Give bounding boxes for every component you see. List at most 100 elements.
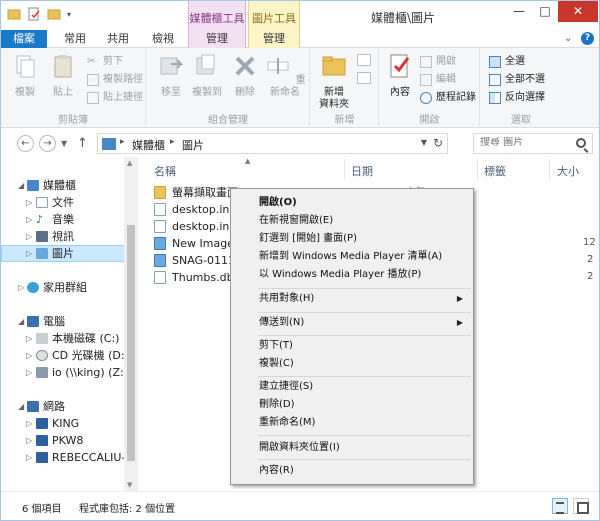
- collapse-arrow-icon[interactable]: ◢: [18, 398, 24, 415]
- menu-item-pin-to-start[interactable]: 釘選到 [開始] 畫面(P): [233, 230, 471, 248]
- customize-qat-icon[interactable]: ▾: [67, 10, 71, 19]
- menu-item-copy[interactable]: 複製(C): [233, 355, 471, 373]
- tab-library-manage[interactable]: 管理: [188, 30, 246, 48]
- tab-file[interactable]: 檔案: [1, 30, 47, 48]
- column-divider[interactable]: [477, 159, 478, 179]
- expand-arrow-icon[interactable]: ▷: [26, 211, 32, 228]
- delete-button[interactable]: 刪除: [227, 52, 263, 99]
- search-box[interactable]: [473, 133, 593, 154]
- tree-item-pkw8[interactable]: ▷ PKW8: [1, 432, 125, 449]
- column-header-tags[interactable]: 標籤: [484, 163, 506, 179]
- address-dropdown-icon[interactable]: ▼: [421, 138, 427, 147]
- close-button[interactable]: ✕: [558, 1, 598, 22]
- tree-item-music[interactable]: ▷ ♪ 音樂: [1, 211, 125, 228]
- breadcrumb-pictures[interactable]: 圖片: [182, 137, 204, 153]
- scroll-down-icon[interactable]: ▼: [127, 481, 132, 489]
- menu-item-properties[interactable]: 內容(R): [233, 462, 471, 480]
- maximize-button[interactable]: □: [532, 1, 558, 22]
- paste-button[interactable]: 貼上: [45, 52, 81, 99]
- tree-item-king[interactable]: ▷ KING: [1, 415, 125, 432]
- new-item-icon[interactable]: [357, 54, 371, 66]
- minimize-button[interactable]: —: [506, 1, 532, 22]
- menu-item-create-shortcut[interactable]: 建立捷徑(S): [233, 378, 471, 396]
- address-bar[interactable]: ▸ 媒體櫃 ▸ 圖片 ▼ ↻: [97, 133, 448, 154]
- menu-item-open[interactable]: 開啟(O): [233, 194, 471, 212]
- cut-button[interactable]: ✂ 剪下: [87, 54, 123, 70]
- expand-arrow-icon[interactable]: ▷: [26, 228, 32, 245]
- tree-item-pictures[interactable]: ▷ 圖片: [1, 245, 125, 262]
- menu-item-share-with[interactable]: 共用對象(H) ▶: [233, 290, 471, 308]
- copy-button[interactable]: 複製: [7, 52, 43, 99]
- expand-ribbon-icon[interactable]: ⌄: [564, 33, 572, 44]
- collapse-arrow-icon[interactable]: ◢: [18, 313, 24, 330]
- expand-arrow-icon[interactable]: ▷: [26, 347, 32, 364]
- refresh-icon[interactable]: ↻: [433, 136, 443, 150]
- tab-home[interactable]: 常用: [54, 30, 96, 48]
- menu-item-delete[interactable]: 刪除(D): [233, 396, 471, 414]
- easy-access-icon[interactable]: [357, 72, 371, 84]
- tree-item-rebeccaliu-pc[interactable]: ▷ REBECCALIU-PC: [1, 449, 125, 466]
- open-button[interactable]: 開啟: [420, 54, 456, 70]
- up-button[interactable]: ↑: [77, 136, 88, 151]
- tree-item-local-disk[interactable]: ▷ 本機磁碟 (C:): [1, 330, 125, 347]
- column-divider[interactable]: [344, 159, 345, 179]
- tree-item-network-drive[interactable]: ▷ io (\\king) (Z:): [1, 364, 125, 381]
- tree-item-libraries[interactable]: ◢ 媒體櫃: [1, 177, 125, 194]
- expand-arrow-icon[interactable]: ▷: [26, 364, 32, 381]
- recent-locations-icon[interactable]: ▼: [61, 139, 67, 148]
- tree-item-cd-drive[interactable]: ▷ CD 光碟機 (D:) V: [1, 347, 125, 364]
- expand-arrow-icon[interactable]: ▷: [26, 415, 32, 432]
- collapse-arrow-icon[interactable]: ◢: [18, 177, 24, 194]
- menu-item-open-folder-location[interactable]: 開啟資料夾位置(I): [233, 439, 471, 457]
- tab-share[interactable]: 共用: [97, 30, 139, 48]
- tab-picture-manage[interactable]: 管理: [248, 30, 300, 48]
- menu-item-add-to-wmp-list[interactable]: 新增到 Windows Media Player 清單(A): [233, 248, 471, 266]
- search-input[interactable]: [480, 137, 570, 148]
- tree-item-network[interactable]: ◢ 網路: [1, 398, 125, 415]
- select-none-button[interactable]: 全部不選: [489, 72, 545, 88]
- tab-view[interactable]: 檢視: [140, 30, 186, 48]
- move-to-button[interactable]: 移至: [153, 52, 189, 99]
- new-folder-button[interactable]: 新增 資料夾: [315, 52, 353, 111]
- scroll-up-icon[interactable]: ▲: [127, 159, 132, 167]
- edit-button[interactable]: 編輯: [420, 72, 456, 88]
- forward-button[interactable]: →: [39, 135, 56, 152]
- details-view-icon[interactable]: [552, 498, 568, 514]
- column-header-date[interactable]: 日期: [351, 163, 373, 179]
- paste-shortcut-button[interactable]: 貼上捷徑: [87, 90, 143, 106]
- menu-item-play-with-wmp[interactable]: 以 Windows Media Player 播放(P): [233, 266, 471, 284]
- invert-selection-button[interactable]: 反向選擇: [489, 90, 545, 106]
- breadcrumb-separator-icon[interactable]: ▸: [170, 137, 175, 147]
- expand-arrow-icon[interactable]: ▷: [26, 330, 32, 347]
- properties-button[interactable]: 內容: [384, 52, 416, 99]
- expand-arrow-icon[interactable]: ▷: [26, 246, 32, 261]
- select-all-button[interactable]: 全選: [489, 54, 525, 70]
- expand-arrow-icon[interactable]: ▷: [26, 432, 32, 449]
- help-icon[interactable]: ?: [581, 32, 594, 45]
- expand-arrow-icon[interactable]: ▷: [18, 279, 24, 296]
- column-header-size[interactable]: 大小: [557, 163, 579, 179]
- expand-arrow-icon[interactable]: ▷: [26, 449, 32, 466]
- history-button[interactable]: 歷程記錄: [420, 90, 476, 106]
- menu-item-cut[interactable]: 剪下(T): [233, 337, 471, 355]
- large-icons-view-icon[interactable]: [573, 498, 589, 514]
- back-button[interactable]: ←: [17, 135, 34, 152]
- menu-item-send-to[interactable]: 傳送到(N) ▶: [233, 314, 471, 332]
- column-header-name[interactable]: 名稱: [154, 163, 176, 179]
- menu-item-rename[interactable]: 重新命名(M): [233, 414, 471, 432]
- properties-icon[interactable]: [27, 7, 41, 21]
- tree-item-homegroup[interactable]: ▷ 家用群組: [1, 279, 125, 296]
- expand-arrow-icon[interactable]: ▷: [26, 194, 32, 211]
- copy-path-button[interactable]: 複製路徑: [87, 72, 143, 88]
- breadcrumb-separator-icon[interactable]: ▸: [120, 137, 125, 147]
- breadcrumb-libraries[interactable]: 媒體櫃: [132, 137, 165, 153]
- search-icon[interactable]: [576, 138, 586, 148]
- tree-item-documents[interactable]: ▷ 文件: [1, 194, 125, 211]
- new-folder-icon[interactable]: [47, 7, 61, 21]
- column-divider[interactable]: [549, 159, 550, 179]
- nav-pane-scrollbar[interactable]: ▲ ▼: [124, 157, 138, 491]
- rename-button[interactable]: 重新命名: [263, 52, 307, 99]
- tree-item-computer[interactable]: ◢ 電腦: [1, 313, 125, 330]
- menu-item-open-new-window[interactable]: 在新視窗開啟(E): [233, 212, 471, 230]
- scrollbar-thumb[interactable]: [127, 225, 135, 461]
